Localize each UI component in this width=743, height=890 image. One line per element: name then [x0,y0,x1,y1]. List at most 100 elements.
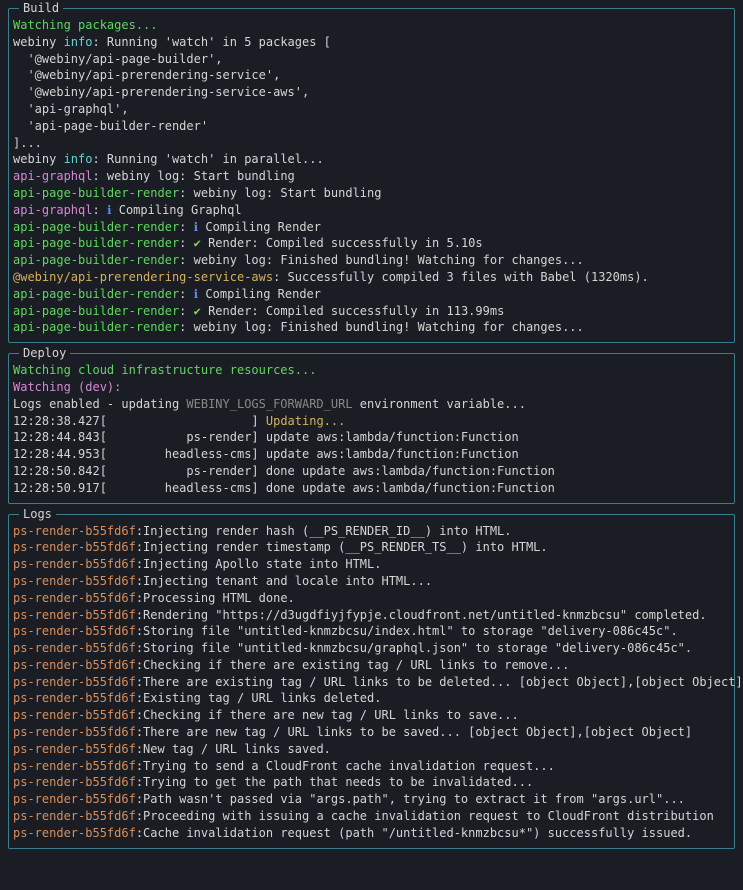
log-line: ps-render-b55fd6f:New tag / URL links sa… [13,741,730,758]
log-segment: : webiny log: Finished bundling! Watchin… [179,253,584,267]
log-segment: 12:28:44.843[ ps-render] update aws:lamb… [13,430,519,444]
log-segment: 12:28:50.842[ ps-render] done update aws… [13,464,555,478]
log-segment: :Existing tag / URL links deleted. [136,691,382,705]
log-line: ps-render-b55fd6f:Rendering "https://d3u… [13,607,730,624]
log-segment: ps-render-b55fd6f [13,658,136,672]
log-segment: ps-render-b55fd6f [13,591,136,605]
log-segment: ps-render-b55fd6f [13,574,136,588]
log-segment: ps-render-b55fd6f [13,725,136,739]
log-segment: Updating... [266,414,345,428]
log-segment: 12:28:44.953[ headless-cms] update aws:l… [13,447,519,461]
log-segment: :Rendering "https://d3ugdfiyjfypje.cloud… [136,608,707,622]
log-segment: : webiny log: Finished bundling! Watchin… [179,320,584,334]
log-segment: ps-render-b55fd6f [13,624,136,638]
log-line: api-graphql: webiny log: Start bundling [13,168,730,185]
log-line: '@webiny/api-prerendering-service-aws', [13,84,730,101]
log-line: 12:28:50.917[ headless-cms] done update … [13,480,730,497]
log-segment: : [92,203,106,217]
deploy-log-body: Watching cloud infrastructure resources.… [13,362,730,496]
log-line: api-page-builder-render: ✔ Render: Compi… [13,235,730,252]
log-segment: :Injecting Apollo state into HTML. [136,557,382,571]
log-line: 12:28:38.427[ ] Updating... [13,413,730,430]
log-line: ps-render-b55fd6f:Storing file "untitled… [13,623,730,640]
log-segment: ps-render-b55fd6f [13,742,136,756]
log-segment: api-page-builder-render [13,186,179,200]
log-segment: : Successfully compiled 3 files with Bab… [273,270,649,284]
log-segment: :There are existing tag / URL links to b… [136,675,743,689]
log-line: 'api-graphql', [13,101,730,118]
log-segment: info [64,35,93,49]
log-segment: ps-render-b55fd6f [13,641,136,655]
log-line: api-page-builder-render: ℹ Compiling Ren… [13,286,730,303]
log-segment: api-page-builder-render [13,253,179,267]
log-segment: environment variable... [353,397,526,411]
log-segment: :Path wasn't passed via "args.path", try… [136,792,685,806]
log-line: api-page-builder-render: webiny log: Fin… [13,319,730,336]
log-segment: :Injecting tenant and locale into HTML..… [136,574,432,588]
log-line: ps-render-b55fd6f:Injecting render times… [13,539,730,556]
log-segment: api-page-builder-render [13,236,179,250]
log-line: api-page-builder-render: ℹ Compiling Ren… [13,219,730,236]
log-segment: api-graphql [13,169,92,183]
log-segment: 'api-graphql', [13,102,129,116]
log-segment: : webiny log: Start bundling [179,186,381,200]
log-segment: : [179,236,193,250]
log-segment: :Trying to send a CloudFront cache inval… [136,759,555,773]
log-segment: :New tag / URL links saved. [136,742,331,756]
log-line: 'api-page-builder-render' [13,118,730,135]
log-segment: :Trying to get the path that needs to be… [136,775,533,789]
log-segment: api-graphql [13,203,92,217]
log-segment: api-page-builder-render [13,220,179,234]
log-line: ps-render-b55fd6f:Checking if there are … [13,707,730,724]
log-segment: :Storing file "untitled-knmzbcsu/index.h… [136,624,678,638]
log-segment: :Checking if there are new tag / URL lin… [136,708,519,722]
log-segment: : [179,220,193,234]
log-segment: ✔ [194,236,201,250]
log-segment: '@webiny/api-prerendering-service', [13,68,280,82]
log-line: ps-render-b55fd6f:There are existing tag… [13,674,730,691]
log-segment: ps-render-b55fd6f [13,792,136,806]
log-segment: '@webiny/api-prerendering-service-aws', [13,85,309,99]
deploy-panel-title: Deploy [19,345,70,362]
log-segment: info [64,152,93,166]
log-segment: Watching (dev): [13,380,121,394]
log-line: 12:28:44.953[ headless-cms] update aws:l… [13,446,730,463]
log-segment: WEBINY_LOGS_FORWARD_URL [186,397,352,411]
log-line: '@webiny/api-page-builder', [13,51,730,68]
log-line: webiny info: Running 'watch' in 5 packag… [13,34,730,51]
logs-panel: Logs ps-render-b55fd6f:Injecting render … [8,514,735,849]
log-segment: : Running 'watch' in parallel... [92,152,323,166]
log-line: api-graphql: ℹ Compiling Graphql [13,202,730,219]
log-segment: ps-render-b55fd6f [13,608,136,622]
log-segment: ps-render-b55fd6f [13,708,136,722]
log-segment: : [179,304,193,318]
log-line: 12:28:50.842[ ps-render] done update aws… [13,463,730,480]
log-segment: :Proceeding with issuing a cache invalid… [136,809,714,823]
log-line: ps-render-b55fd6f:Trying to send a Cloud… [13,758,730,775]
log-segment: : Running 'watch' in 5 packages [ [92,35,330,49]
log-line: @webiny/api-prerendering-service-aws: Su… [13,269,730,286]
log-segment: Compiling Render [198,287,321,301]
build-panel: Build Watching packages...webiny info: R… [8,8,735,343]
log-line: api-page-builder-render: ✔ Render: Compi… [13,303,730,320]
log-segment: Render: Compiled successfully in 113.99m… [201,304,504,318]
log-segment: webiny [13,152,64,166]
log-segment: 12:28:50.917[ headless-cms] done update … [13,481,555,495]
logs-log-body: ps-render-b55fd6f :Injecting render hash … [13,523,730,842]
log-segment: api-page-builder-render [13,304,179,318]
log-segment: webiny [13,35,64,49]
log-line: ps-render-b55fd6f:There are new tag / UR… [13,724,730,741]
deploy-panel: Deploy Watching cloud infrastructure res… [8,353,735,503]
log-line: api-page-builder-render: webiny log: Fin… [13,252,730,269]
log-line: Watching packages... [13,17,730,34]
log-segment: ps-render-b55fd6f [13,809,136,823]
log-line: 12:28:44.843[ ps-render] update aws:lamb… [13,429,730,446]
log-segment: '@webiny/api-page-builder', [13,52,223,66]
log-line: ]... [13,135,730,152]
log-segment: :Injecting render hash (__PS_RENDER_ID__… [136,524,512,538]
log-line: ps-render-b55fd6f:Existing tag / URL lin… [13,690,730,707]
log-segment: Watching cloud infrastructure resources.… [13,363,316,377]
build-panel-title: Build [19,0,63,17]
log-segment: api-page-builder-render [13,287,179,301]
log-line: ps-render-b55fd6f:Trying to get the path… [13,774,730,791]
